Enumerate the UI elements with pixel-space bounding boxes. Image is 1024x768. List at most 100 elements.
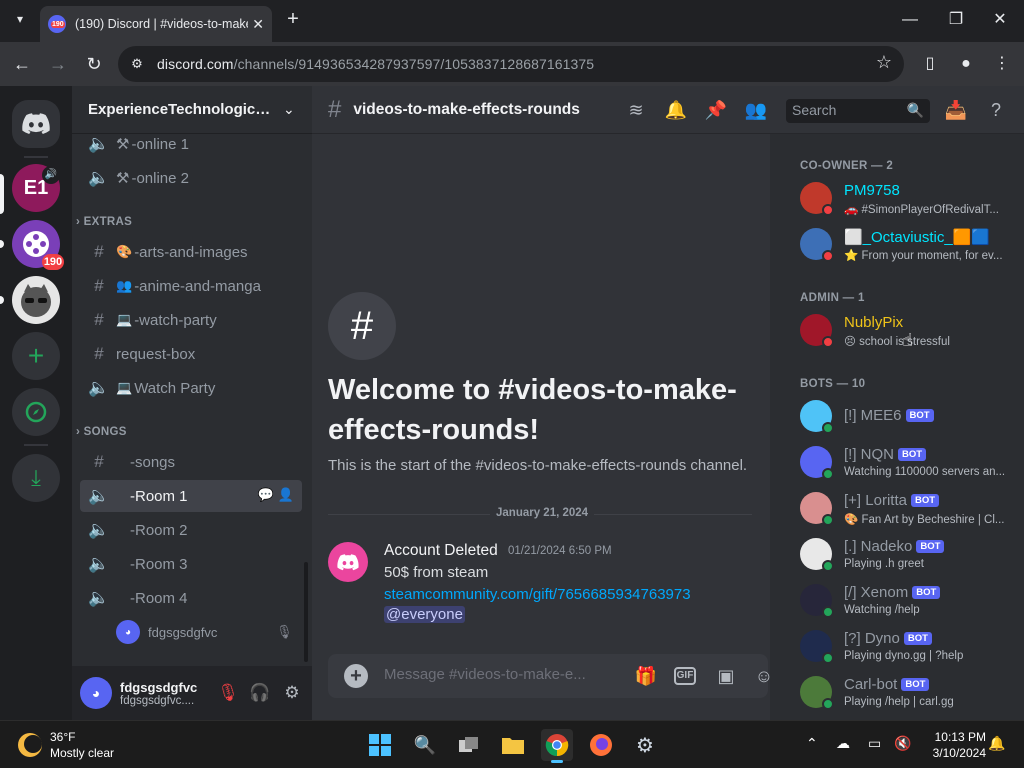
tab-search-button[interactable]: ▾ bbox=[8, 7, 32, 31]
bot-tag: BOT bbox=[905, 409, 934, 422]
member-row[interactable]: PM9758 🚗 #SimonPlayerOfRedivalT... bbox=[800, 178, 1014, 220]
pinned-messages-icon[interactable]: 📌 bbox=[704, 98, 728, 122]
avatar[interactable] bbox=[328, 542, 368, 582]
explore-servers-button[interactable] bbox=[12, 388, 60, 436]
channel-room-3[interactable]: 🔈 -Room 3 bbox=[80, 548, 302, 580]
address-bar[interactable]: ⚙ discord.com/channels/91493653428793759… bbox=[118, 46, 904, 82]
avatar[interactable]: ◕ bbox=[80, 677, 112, 709]
member-row[interactable]: Carl-bot BOT Playing /help | carl.gg bbox=[800, 672, 1014, 714]
channel-online-2[interactable]: 🔈 ⚒ -online 2 bbox=[80, 162, 302, 194]
search-input[interactable]: Search 🔍 bbox=[786, 99, 930, 123]
chat-bubble-icon[interactable]: 💬 bbox=[258, 487, 274, 503]
inbox-icon[interactable]: 📥 bbox=[944, 98, 968, 122]
weather-widget[interactable]: 36°F Mostly clear bbox=[18, 729, 114, 761]
browser-tab[interactable]: 190 (190) Discord | #videos-to-make ✕ bbox=[40, 6, 272, 42]
file-explorer-icon[interactable] bbox=[497, 729, 529, 761]
firefox-taskbar-icon[interactable] bbox=[585, 729, 617, 761]
voice-connected-user[interactable]: ◕ fdgsgsdgfvc 🎙 bbox=[116, 620, 293, 644]
settings-taskbar-icon[interactable]: ⚙ bbox=[629, 729, 661, 761]
display-icon[interactable]: ▭ bbox=[868, 735, 881, 752]
member-row[interactable]: [!] NQN BOT Watching 1100000 servers an... bbox=[800, 442, 1014, 484]
member-name: NublyPix bbox=[844, 314, 903, 331]
channel-room-1[interactable]: 🔈 -Room 1 💬 👤 bbox=[80, 480, 302, 512]
member-row[interactable]: [/] Xenom BOT Watching /help bbox=[800, 580, 1014, 622]
deafen-button[interactable]: 🎧 bbox=[244, 677, 276, 709]
network-icon[interactable]: ☁ bbox=[836, 735, 850, 752]
taskbar-search-icon[interactable]: 🔍 bbox=[409, 729, 441, 761]
hash-icon: # bbox=[94, 344, 104, 363]
category-songs[interactable]: › SONGS bbox=[76, 426, 127, 438]
invite-user-icon[interactable]: 👤 bbox=[278, 487, 294, 503]
member-name-text: ⬜_Octaviustic_🟧🟦 bbox=[844, 229, 991, 246]
member-row[interactable]: [!] MEE6 BOT bbox=[800, 396, 1014, 438]
side-panel-icon[interactable]: ▯ bbox=[918, 52, 942, 76]
message-link[interactable]: steamcommunity.com/gift/7656685934763973 bbox=[384, 586, 691, 603]
back-button[interactable]: ← bbox=[10, 52, 34, 76]
sidebar-scrollbar[interactable] bbox=[304, 562, 308, 662]
discord-home-button[interactable] bbox=[12, 100, 60, 148]
forward-button[interactable]: → bbox=[46, 52, 70, 76]
gift-icon[interactable]: 🎁 bbox=[634, 664, 658, 688]
volume-muted-icon[interactable]: 🔇 bbox=[894, 735, 911, 752]
maximize-button[interactable]: ❐ bbox=[944, 8, 968, 32]
channel-label: request-box bbox=[116, 345, 196, 363]
task-view-icon[interactable] bbox=[453, 729, 485, 761]
new-tab-button[interactable]: + bbox=[282, 8, 304, 30]
channel-room-4[interactable]: 🔈 -Room 4 bbox=[80, 582, 302, 614]
member-row[interactable]: ⬜_Octaviustic_🟧🟦 ⭐ From your moment, for … bbox=[800, 224, 1014, 266]
tab-close-icon[interactable]: ✕ bbox=[252, 16, 264, 33]
member-name-text: [!] NQN bbox=[844, 446, 895, 463]
member-list-icon[interactable]: 👥 bbox=[744, 98, 768, 122]
weather-desc: Mostly clear bbox=[50, 746, 115, 760]
download-apps-button[interactable]: ⤓ bbox=[12, 454, 60, 502]
message-composer[interactable]: + Message #videos-to-make-e... 🎁 GIF ▣ ☺ bbox=[328, 654, 773, 698]
discord-logo-icon: ◕ bbox=[91, 685, 101, 701]
channel-songs[interactable]: # -songs bbox=[80, 446, 302, 478]
close-window-button[interactable]: ✕ bbox=[988, 8, 1012, 32]
minimize-button[interactable]: — bbox=[898, 8, 922, 32]
category-extras[interactable]: › EXTRAS bbox=[76, 216, 132, 228]
channel-request-box[interactable]: # request-box bbox=[80, 338, 302, 370]
member-row[interactable]: [?] Dyno BOT Playing dyno.gg | ?help bbox=[800, 626, 1014, 668]
channel-anime-and-manga[interactable]: # 👥 -anime-and-manga bbox=[80, 270, 302, 302]
server-cat-icon[interactable] bbox=[12, 276, 60, 324]
channel-watch-party[interactable]: # 💻 -watch-party bbox=[80, 304, 302, 336]
channel-room-2[interactable]: 🔈 -Room 2 bbox=[80, 514, 302, 546]
search-icon: 🔍 bbox=[906, 102, 924, 118]
start-button[interactable] bbox=[364, 729, 396, 761]
user-settings-button[interactable]: ⚙ bbox=[276, 677, 308, 709]
url-text[interactable]: discord.com/channels/914936534287937597/… bbox=[157, 56, 594, 72]
site-info-icon[interactable]: ⚙ bbox=[126, 53, 148, 75]
member-activity: Playing dyno.gg | ?help bbox=[844, 650, 964, 662]
chrome-taskbar-icon[interactable] bbox=[541, 729, 573, 763]
add-attachment-button[interactable]: + bbox=[344, 664, 368, 688]
system-clock[interactable]: 10:13 PM 3/10/2024 bbox=[926, 729, 986, 761]
guild-header[interactable]: ExperienceTechnologica... ⌄ bbox=[72, 86, 312, 134]
member-activity: 🎨 Fan Art by Becheshire | Cl... bbox=[844, 514, 1005, 526]
message-author[interactable]: Account Deleted bbox=[384, 542, 498, 560]
reload-button[interactable]: ↻ bbox=[82, 52, 106, 76]
notifications-bell-icon[interactable]: 🔔 bbox=[988, 735, 1005, 752]
show-hidden-icons[interactable]: ⌃ bbox=[806, 735, 818, 752]
help-icon[interactable]: ? bbox=[984, 98, 1008, 122]
member-name-text: PM9758 bbox=[844, 182, 900, 199]
member-activity: Watching 1100000 servers an... bbox=[844, 466, 1006, 478]
member-row[interactable]: [.] Nadeko BOT Playing .h greet bbox=[800, 534, 1014, 576]
channel-arts-and-images[interactable]: # 🎨 -arts-and-images bbox=[80, 236, 302, 268]
profile-icon[interactable]: ● bbox=[954, 52, 978, 76]
threads-icon[interactable]: ≋ bbox=[624, 98, 648, 122]
bookmark-star-icon[interactable]: ☆ bbox=[876, 52, 892, 73]
gif-button[interactable]: GIF bbox=[674, 667, 696, 685]
sticker-icon[interactable]: ▣ bbox=[714, 664, 738, 688]
message-input[interactable]: Message #videos-to-make-e... bbox=[384, 666, 594, 683]
member-row[interactable]: [+] Loritta BOT 🎨 Fan Art by Becheshire | … bbox=[800, 488, 1014, 530]
mute-mic-button[interactable]: 🎙 bbox=[212, 677, 244, 709]
channel-online-1[interactable]: 🔈 ⚒ -online 1 bbox=[80, 128, 302, 160]
member-name: [!] MEE6 BOT bbox=[844, 407, 934, 424]
channel-voice-watch-party[interactable]: 🔈 💻 Watch Party bbox=[80, 372, 302, 404]
notification-bell-icon[interactable]: 🔔 bbox=[664, 98, 688, 122]
chrome-menu-icon[interactable]: ⋮ bbox=[990, 52, 1014, 76]
add-server-button[interactable]: + bbox=[12, 332, 60, 380]
everyone-mention[interactable]: @everyone bbox=[384, 606, 465, 623]
user-names[interactable]: fdgsgsdgfvc fdgsgsdgfvc.... bbox=[120, 680, 212, 707]
